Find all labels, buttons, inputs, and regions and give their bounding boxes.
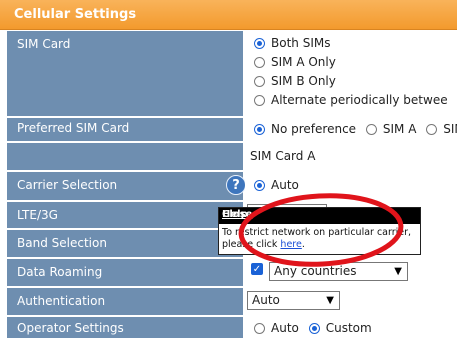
sim-card-label: SIM Card xyxy=(17,37,71,51)
operator-options: Auto Custom xyxy=(254,321,372,335)
sim-card-row: SIM Card Both SIMs SIM A Only SIM B Only… xyxy=(0,31,457,116)
data-roaming-label-cell: Data Roaming xyxy=(7,259,243,286)
preferred-sim-row: Preferred SIM Card No preference SIM A S… xyxy=(0,118,457,141)
radio-icon[interactable] xyxy=(254,57,265,68)
radio-icon[interactable] xyxy=(254,323,265,334)
sim-card-options: Both SIMs SIM A Only SIM B Only Alternat… xyxy=(245,31,457,116)
band-selection-label: Band Selection xyxy=(17,236,107,250)
lte-3g-label-cell: LTE/3G xyxy=(7,202,243,228)
help-popup-close-link[interactable]: Close xyxy=(222,209,416,220)
chevron-down-icon: ▼ xyxy=(326,295,334,306)
radio-selected-icon[interactable] xyxy=(254,124,265,135)
data-roaming-row: Data Roaming ✓ Any countries ▼ xyxy=(0,259,457,286)
carrier-selection-label: Carrier Selection xyxy=(17,178,118,192)
authentication-value: Auto ▼ xyxy=(245,288,457,315)
data-roaming-label: Data Roaming xyxy=(17,265,103,279)
radio-icon[interactable] xyxy=(254,76,265,87)
data-roaming-checkbox[interactable]: ✓ xyxy=(251,263,263,275)
radio-selected-icon[interactable] xyxy=(308,323,320,334)
sim-option-a-only[interactable]: SIM A Only xyxy=(254,55,336,69)
data-roaming-select[interactable]: Any countries ▼ xyxy=(269,262,408,281)
carrier-selection-label-cell: Carrier Selection ? xyxy=(7,172,246,200)
lte-3g-label: LTE/3G xyxy=(17,208,58,222)
operator-settings-row: Operator Settings Auto Custom xyxy=(0,317,457,338)
preferred-sim-label-cell: Preferred SIM Card xyxy=(7,118,243,141)
cellular-settings-panel: Cellular Settings SIM Card Both SIMs SIM… xyxy=(0,0,457,338)
help-popup-here-link[interactable]: here xyxy=(280,239,301,250)
preferred-sim-options: No preference SIM A SIM B xyxy=(245,118,457,141)
authentication-label-cell: Authentication xyxy=(7,288,243,315)
pref-sim-a[interactable]: SIM A xyxy=(365,122,416,136)
help-popup-titlebar: Help Close xyxy=(219,208,420,224)
sim-card-a-header: SIM Card A xyxy=(250,149,316,163)
data-roaming-value: ✓ Any countries ▼ xyxy=(245,259,457,286)
help-icon[interactable]: ? xyxy=(226,175,246,195)
carrier-selection-options: Auto xyxy=(245,172,457,200)
authentication-row: Authentication Auto ▼ xyxy=(0,288,457,315)
authentication-label: Authentication xyxy=(17,294,106,308)
sim-option-both[interactable]: Both SIMs xyxy=(254,36,330,50)
sim-card-a-header-cell: SIM Card A xyxy=(245,143,457,170)
operator-settings-label: Operator Settings xyxy=(17,321,124,335)
section-title: Cellular Settings xyxy=(14,7,137,22)
preferred-options: No preference SIM A SIM B xyxy=(254,122,457,136)
operator-option-custom[interactable]: Custom xyxy=(308,321,372,335)
radio-icon[interactable] xyxy=(365,124,377,135)
sim-card-label-cell: SIM Card xyxy=(7,31,243,116)
preferred-sim-label: Preferred SIM Card xyxy=(17,121,130,135)
operator-settings-options: Auto Custom xyxy=(245,317,457,338)
radio-icon[interactable] xyxy=(426,124,438,135)
pref-no-preference[interactable]: No preference xyxy=(254,122,356,136)
operator-option-auto[interactable]: Auto xyxy=(254,321,299,335)
radio-selected-icon[interactable] xyxy=(254,38,265,49)
sim-card-a-header-row: SIM Card A xyxy=(0,143,457,170)
chevron-down-icon: ▼ xyxy=(394,266,402,277)
radio-selected-icon[interactable] xyxy=(254,180,265,191)
help-popup: Help Close To restrict network on partic… xyxy=(218,207,421,255)
sim-option-b-only[interactable]: SIM B Only xyxy=(254,74,336,88)
sim-option-alternate[interactable]: Alternate periodically betwee xyxy=(254,93,448,107)
radio-icon[interactable] xyxy=(254,95,265,106)
band-selection-label-cell: Band Selection xyxy=(7,230,243,257)
carrier-option-auto[interactable]: Auto xyxy=(254,178,299,192)
empty-label-cell xyxy=(7,143,243,170)
authentication-select[interactable]: Auto ▼ xyxy=(247,291,340,310)
pref-sim-b[interactable]: SIM B xyxy=(426,122,457,136)
carrier-selection-row: Carrier Selection ? Auto xyxy=(0,172,457,200)
help-popup-body: To restrict network on particular carrie… xyxy=(222,227,412,250)
help-popup-text: To restrict network on particular carrie… xyxy=(222,227,412,250)
operator-settings-label-cell: Operator Settings xyxy=(7,317,243,338)
section-header: Cellular Settings xyxy=(0,0,457,30)
